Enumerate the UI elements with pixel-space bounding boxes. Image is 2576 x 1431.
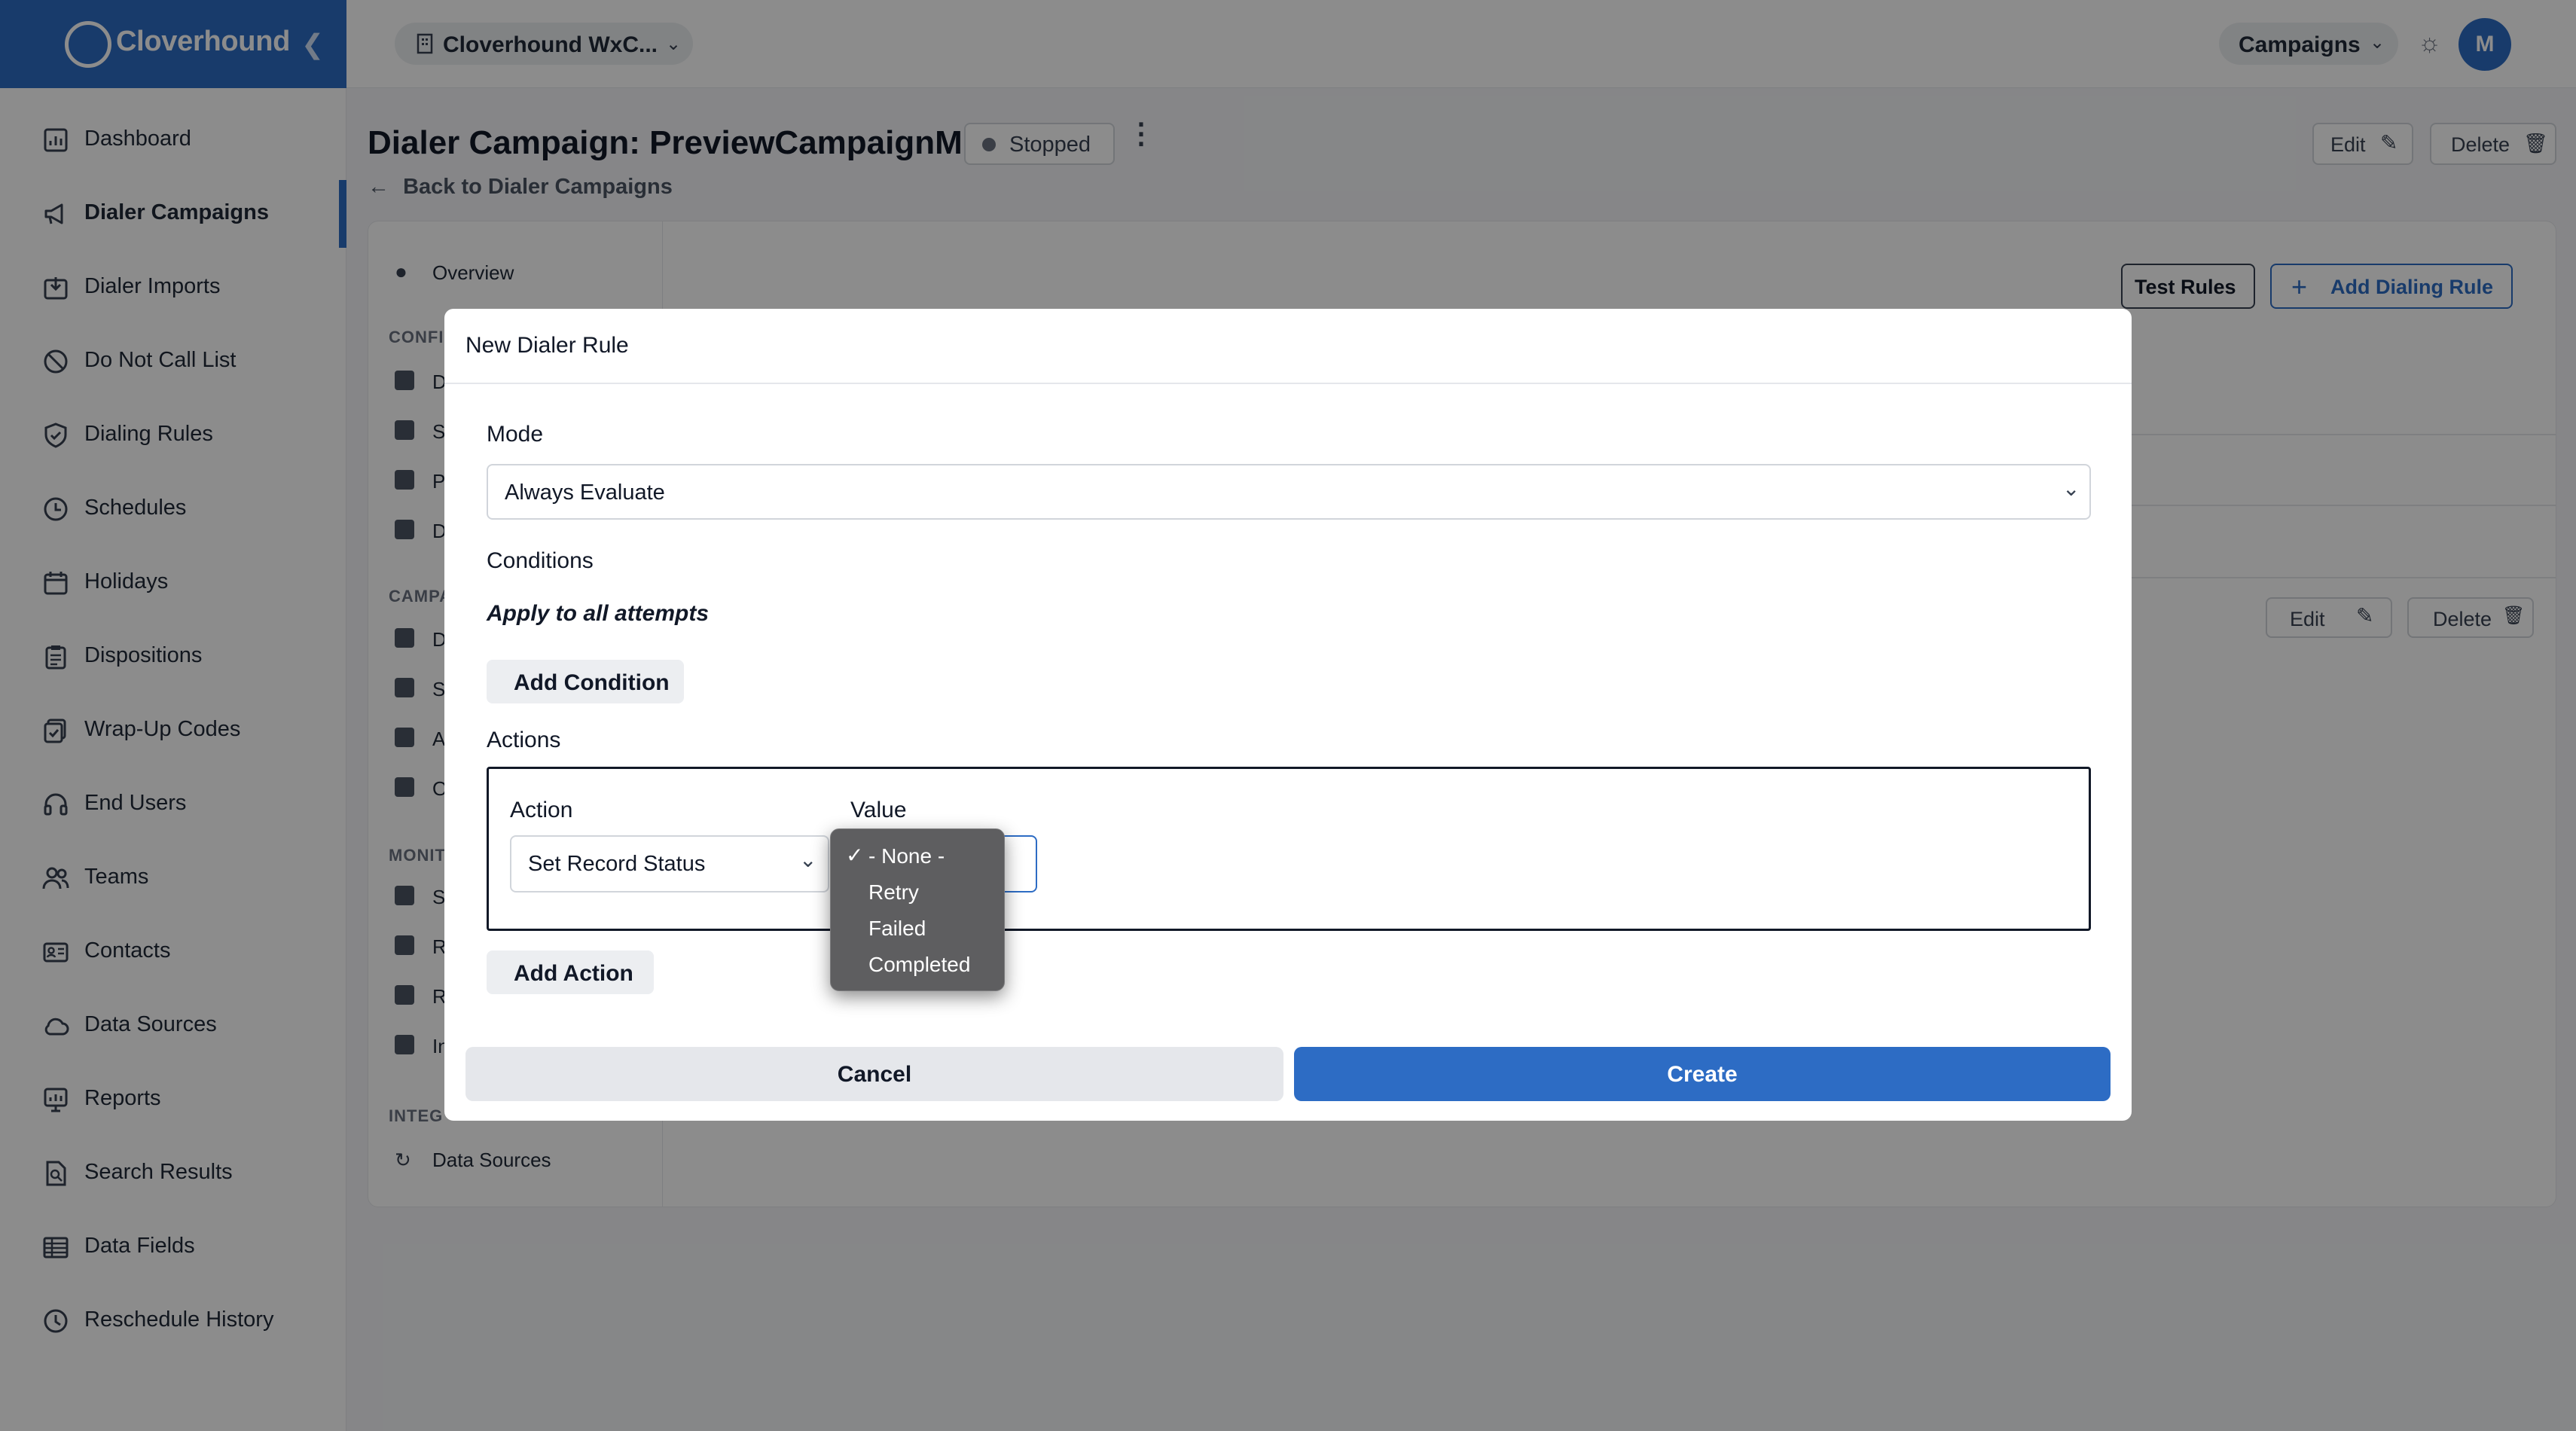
actions-label: Actions — [487, 728, 561, 752]
cancel-button[interactable]: Cancel — [465, 1047, 1283, 1101]
chevron-down-icon: ⌄ — [2062, 477, 2080, 500]
dropdown-option-label: Failed — [868, 917, 926, 940]
value-dropdown-menu: ✓ - None - Retry Failed Completed — [830, 828, 1005, 991]
dropdown-option-completed[interactable]: Completed — [831, 947, 1006, 983]
action-type-select[interactable]: Set Record Status ⌄ — [510, 835, 829, 892]
add-action-label: Add Action — [514, 961, 633, 986]
dropdown-option-label: Retry — [868, 880, 919, 904]
dropdown-option-failed[interactable]: Failed — [831, 911, 1006, 947]
modal-header: New Dialer Rule — [444, 309, 2132, 384]
dropdown-option-label: - None - — [868, 844, 945, 868]
mode-select[interactable]: Always Evaluate ⌄ — [487, 464, 2091, 520]
chevron-down-icon: ⌄ — [799, 848, 817, 871]
new-dialer-rule-modal: New Dialer Rule Mode Always Evaluate ⌄ C… — [444, 309, 2132, 1121]
cancel-label: Cancel — [837, 1062, 912, 1087]
create-label: Create — [1667, 1062, 1738, 1087]
checkmark-icon: ✓ — [846, 844, 864, 867]
action-type-value: Set Record Status — [528, 852, 706, 876]
create-button[interactable]: Create — [1294, 1047, 2111, 1101]
conditions-note: Apply to all attempts — [487, 601, 710, 626]
modal-title: New Dialer Rule — [465, 333, 629, 358]
dropdown-option-label: Completed — [868, 953, 971, 976]
dropdown-option-none[interactable]: ✓ - None - — [831, 838, 1006, 874]
add-condition-button[interactable]: Add Condition — [487, 660, 684, 703]
mode-select-value: Always Evaluate — [505, 481, 665, 505]
dropdown-option-retry[interactable]: Retry — [831, 874, 1006, 911]
action-row-box: Action Value Set Record Status ⌄ — [487, 767, 2091, 931]
conditions-label: Conditions — [487, 548, 594, 573]
add-condition-label: Add Condition — [514, 670, 670, 695]
add-action-button[interactable]: Add Action — [487, 950, 654, 994]
mode-label: Mode — [487, 422, 544, 447]
action-column-label: Action — [510, 798, 573, 822]
value-column-label: Value — [850, 798, 907, 822]
